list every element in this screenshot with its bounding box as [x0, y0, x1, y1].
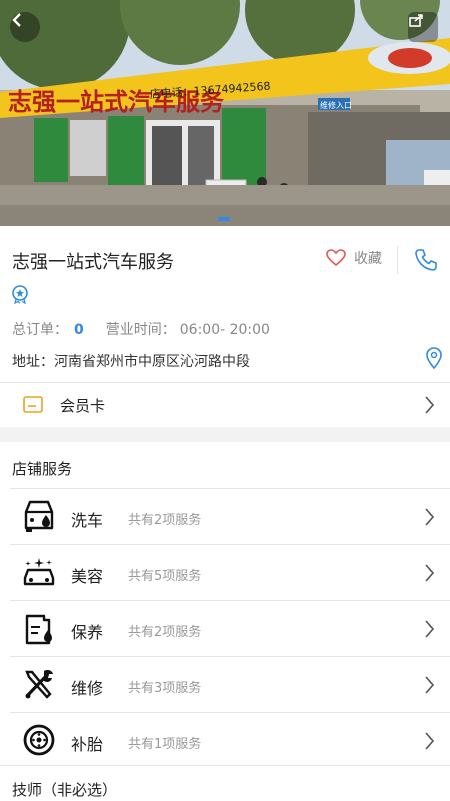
technicians-section-title: 技师（非必选） — [12, 781, 118, 799]
location-button[interactable] — [425, 347, 443, 373]
section-gap — [0, 427, 450, 442]
chevron-right-icon — [425, 564, 434, 582]
shop-stats: 总订单： 0 营业时间： 06:00- 20:00 — [12, 319, 270, 339]
service-item-wash[interactable]: 洗车 共有2项服务 — [10, 488, 450, 544]
service-count: 共有2项服务 — [128, 625, 202, 640]
shop-address: 地址：河南省郑州市中原区沁河路中段 — [12, 351, 250, 371]
service-name: 维修 — [71, 679, 104, 698]
member-card-label: 会员卡 — [60, 397, 106, 415]
service-list: 洗车 共有2项服务 美容 共有5项服务 保养 共有2项服务 维修 共有3项服务 … — [10, 488, 450, 768]
services-section-title: 店铺服务 — [12, 460, 73, 478]
hours-value: 06:00- 20:00 — [179, 322, 270, 338]
chevron-right-icon — [425, 676, 434, 694]
card-icon — [23, 396, 43, 413]
call-button[interactable] — [414, 248, 438, 276]
favorite-label: 收藏 — [354, 251, 382, 267]
service-count: 共有2项服务 — [128, 513, 202, 528]
technicians-section[interactable]: 技师（非必选） — [0, 765, 450, 801]
heart-icon — [326, 249, 346, 267]
service-item-tire[interactable]: 补胎 共有1项服务 — [10, 712, 450, 768]
back-button[interactable] — [10, 12, 40, 42]
service-count: 共有1项服务 — [128, 737, 202, 752]
phone-icon — [415, 249, 437, 271]
service-name: 美容 — [71, 567, 104, 586]
service-name: 保养 — [71, 623, 104, 642]
shop-photo: 志强一站式汽车服务 店电话：13674942568 维修入口 — [0, 0, 450, 226]
entrance-sign: 维修入口 — [320, 100, 352, 110]
chevron-right-icon — [425, 620, 434, 638]
share-icon — [409, 14, 423, 27]
service-count: 共有5项服务 — [128, 569, 202, 584]
member-card-row[interactable]: 会员卡 — [0, 383, 450, 427]
service-name: 补胎 — [71, 735, 104, 754]
divider — [397, 246, 398, 274]
shop-photo-carousel[interactable]: 志强一站式汽车服务 店电话：13674942568 维修入口 — [0, 0, 450, 226]
service-name: 洗车 — [71, 511, 104, 530]
back-arrow-icon — [12, 13, 21, 27]
service-item-maintenance[interactable]: 保养 共有2项服务 — [10, 600, 450, 656]
hours-label: 营业时间： — [105, 322, 176, 338]
shop-info: 志强一站式汽车服务 收藏 总订单： 0 营业时间： 06:00- 20:00 地址：河… — [0, 226, 450, 383]
address-label: 地址： — [12, 354, 54, 370]
share-button[interactable] — [408, 12, 438, 42]
address-value: 河南省郑州市中原区沁河路中段 — [54, 354, 250, 370]
car-wash-icon — [24, 500, 54, 532]
chevron-right-icon — [425, 396, 434, 414]
tire-icon — [23, 724, 55, 756]
orders-value: 0 — [74, 322, 84, 338]
shop-name: 志强一站式汽车服务 — [12, 252, 174, 273]
chevron-right-icon — [425, 732, 434, 750]
tools-icon — [25, 670, 53, 699]
location-pin-icon — [426, 347, 442, 370]
service-item-repair[interactable]: 维修 共有3项服务 — [10, 656, 450, 712]
car-beauty-icon — [23, 558, 55, 586]
carousel-indicator — [218, 217, 230, 221]
favorite-button[interactable]: 收藏 — [326, 248, 382, 268]
oil-maintenance-icon — [25, 614, 52, 645]
service-item-beauty[interactable]: 美容 共有5项服务 — [10, 544, 450, 600]
certified-badge-icon — [10, 284, 30, 308]
chevron-right-icon — [425, 508, 434, 526]
orders-label: 总订单： — [12, 322, 68, 338]
service-count: 共有3项服务 — [128, 681, 202, 696]
